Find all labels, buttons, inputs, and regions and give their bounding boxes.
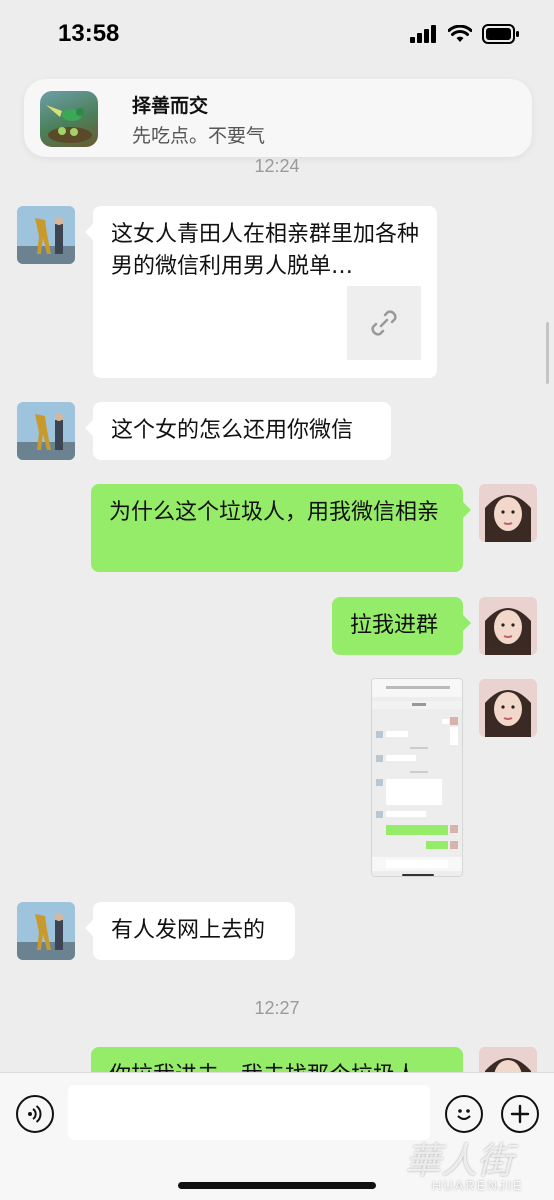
avatar[interactable] — [17, 206, 75, 264]
notification-title: 择善而交 — [132, 95, 209, 117]
cellular-signal-icon — [410, 25, 436, 43]
message-bubble[interactable]: 这个女的怎么还用你微信 — [85, 402, 391, 460]
emoji-icon — [457, 1109, 471, 1120]
wifi-icon — [448, 25, 472, 42]
voice-button[interactable] — [16, 1095, 54, 1133]
notification-app-icon — [40, 91, 98, 147]
self-avatar[interactable] — [479, 597, 537, 655]
message-bubble[interactable]: 为什么这个垃圾人，用我微信相亲 — [91, 484, 471, 572]
status-icons — [410, 24, 520, 44]
timestamp: 12:27 — [254, 998, 300, 1018]
watermark-text: HUARENJIE — [432, 1178, 524, 1193]
home-indicator — [178, 1182, 376, 1189]
status-bar: 13:58 — [0, 0, 554, 70]
more-button[interactable] — [501, 1095, 539, 1133]
link-icon — [371, 310, 397, 336]
voice-icon — [28, 1105, 42, 1123]
scrollbar[interactable] — [546, 322, 549, 384]
avatar[interactable] — [17, 902, 75, 960]
status-time: 13:58 — [58, 20, 120, 47]
message-input[interactable] — [68, 1085, 430, 1140]
notification-banner[interactable]: 择善而交 先吃点。不要气 — [24, 79, 532, 157]
self-avatar[interactable] — [479, 484, 537, 542]
self-avatar[interactable] — [479, 679, 537, 737]
screenshot-image-message[interactable] — [371, 678, 463, 877]
message-bubble[interactable]: 拉我进群 — [332, 597, 471, 655]
avatar[interactable] — [17, 402, 75, 460]
link-thumbnail — [347, 286, 421, 360]
battery-icon — [482, 24, 519, 44]
link-card-title: 这女人青田人在相亲群里加各种男的微信利用男人脱单… — [111, 222, 420, 279]
watermark-logo: 華人街 — [405, 1141, 514, 1182]
plus-icon — [510, 1104, 530, 1124]
timestamp: 12:24 — [254, 156, 300, 176]
emoji-button[interactable] — [445, 1095, 483, 1133]
notification-body: 先吃点。不要气 — [132, 125, 266, 147]
message-bubble[interactable]: 有人发网上去的 — [85, 902, 295, 960]
link-card-message[interactable]: 这女人青田人在相亲群里加各种男的微信利用男人脱单… — [85, 206, 437, 378]
